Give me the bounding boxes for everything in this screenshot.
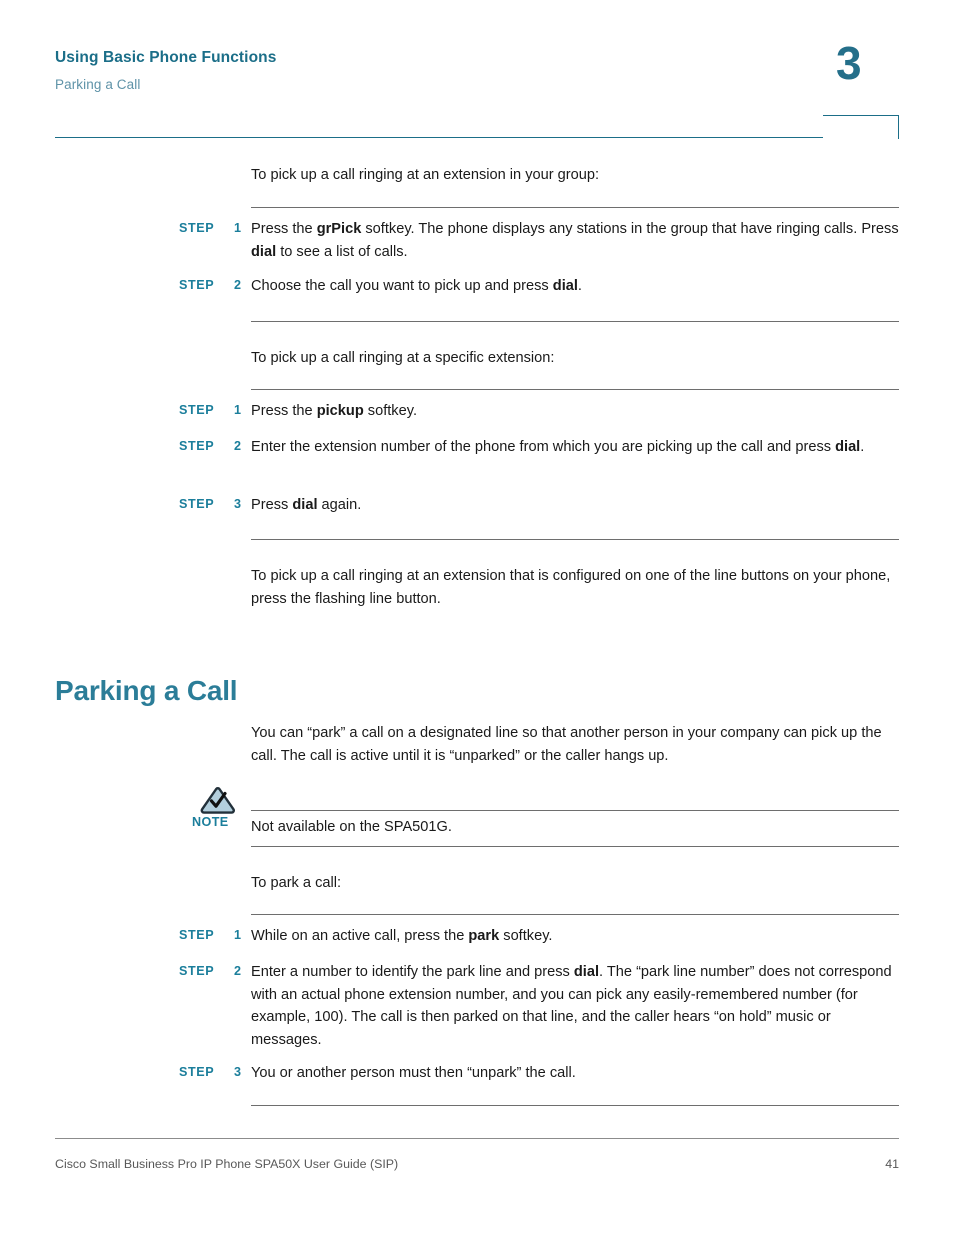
step-number: 2 xyxy=(234,439,242,453)
step-label: STEP xyxy=(179,928,215,942)
paragraph-line-button: To pick up a call ringing at an extensio… xyxy=(251,568,891,607)
step-label: STEP xyxy=(179,278,215,292)
header-divider xyxy=(55,137,823,138)
step-number: 1 xyxy=(234,928,242,942)
page-title: Parking a Call xyxy=(55,674,238,706)
paragraph-pickup-group: To pick up a call ringing at an extensio… xyxy=(251,167,600,183)
step-number: 2 xyxy=(234,964,242,978)
step-text: Enter the extension number of the phone … xyxy=(251,439,865,455)
footer-page-number: 41 xyxy=(885,1157,899,1171)
step-group-divider-bottom xyxy=(251,539,899,540)
note-text: Not available on the SPA501G. xyxy=(251,819,452,835)
step-text: Choose the call you want to pick up and … xyxy=(251,278,582,294)
step-number: 2 xyxy=(234,278,242,292)
step-group-divider-bottom xyxy=(251,1105,899,1106)
step-group-divider-top xyxy=(251,207,899,208)
step-group-divider-bottom xyxy=(251,321,899,322)
note-divider-top xyxy=(251,810,899,811)
step-label: STEP xyxy=(179,964,215,978)
step-number: 1 xyxy=(234,221,242,235)
step-text: Enter a number to identify the park line… xyxy=(251,964,892,1048)
header-section-title: Parking a Call xyxy=(55,77,141,92)
page-header: Using Basic Phone Functions Parking a Ca… xyxy=(0,0,954,145)
step-number: 3 xyxy=(234,1065,242,1079)
note-triangle-check-icon xyxy=(196,786,238,816)
footer-divider xyxy=(55,1138,899,1139)
header-tab-outline xyxy=(823,115,899,139)
step-group-divider-top xyxy=(251,389,899,390)
step-text: While on an active call, press the park … xyxy=(251,928,553,944)
paragraph-pickup-specific: To pick up a call ringing at a specific … xyxy=(251,350,555,366)
step-number: 1 xyxy=(234,403,242,417)
note-label: NOTE xyxy=(192,815,229,829)
paragraph-to-park: To park a call: xyxy=(251,875,342,891)
header-chapter-title: Using Basic Phone Functions xyxy=(55,49,277,66)
step-text: Press dial again. xyxy=(251,497,362,513)
step-text: Press the grPick softkey. The phone disp… xyxy=(251,221,899,260)
step-number: 3 xyxy=(234,497,242,511)
step-text: You or another person must then “unpark”… xyxy=(251,1065,576,1081)
step-label: STEP xyxy=(179,497,215,511)
note-divider-bottom xyxy=(251,846,899,847)
paragraph-parking-intro: You can “park” a call on a designated li… xyxy=(251,725,882,764)
step-label: STEP xyxy=(179,403,215,417)
step-label: STEP xyxy=(179,439,215,453)
step-label: STEP xyxy=(179,1065,215,1079)
step-text: Press the pickup softkey. xyxy=(251,403,417,419)
step-label: STEP xyxy=(179,221,215,235)
document-page: Using Basic Phone Functions Parking a Ca… xyxy=(0,0,954,1235)
step-group-divider-top xyxy=(251,914,899,915)
chapter-number: 3 xyxy=(836,37,862,89)
